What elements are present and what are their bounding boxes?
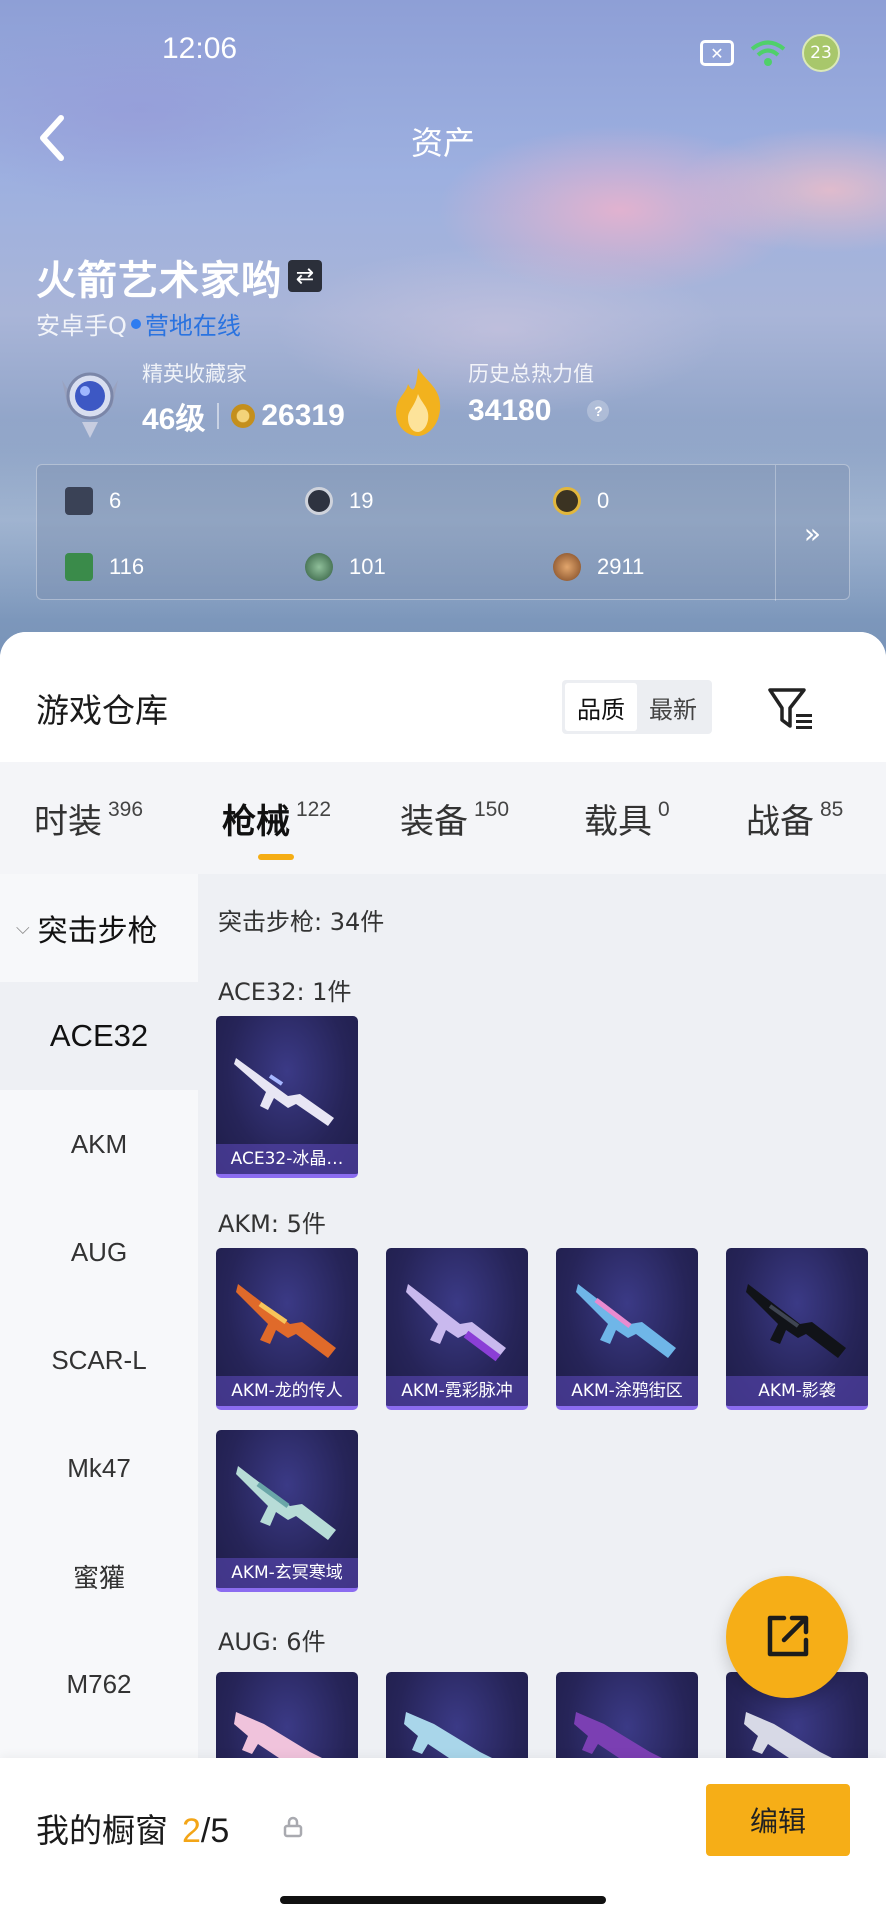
card-icon [65, 487, 93, 515]
group-label-akm: AKM: 5件 [218, 1210, 326, 1238]
heat-value: 34180 [468, 394, 552, 427]
sort-toggle: 品质 最新 [562, 680, 712, 734]
wifi-icon [750, 40, 786, 66]
player-name: 火箭艺术家哟 [36, 258, 282, 304]
sidebar-item-mk47[interactable]: Mk47 [0, 1414, 198, 1522]
sort-latest-button[interactable]: 最新 [637, 683, 709, 731]
sidebar-item-akm[interactable]: AKM [0, 1090, 198, 1198]
asset-cell: 19 [305, 487, 373, 515]
bronze-coin-icon [553, 553, 581, 581]
token-icon [305, 487, 333, 515]
flame-icon [396, 368, 441, 436]
notification-badge: 23 [802, 34, 840, 72]
warehouse-header: 游戏仓库 品质 最新 [0, 632, 886, 762]
rifle-skin-icon [236, 1466, 336, 1540]
rifle-skin-icon [406, 1284, 506, 1362]
rank-emblem-icon [62, 372, 118, 438]
gold-token-icon [553, 487, 581, 515]
switch-account-button[interactable]: ⇄ [288, 260, 322, 292]
asset-cell: 0 [553, 487, 609, 515]
online-status: 营地在线 [144, 312, 241, 340]
heat-label: 历史总热力值 [468, 362, 594, 386]
edit-button[interactable]: 编辑 [706, 1784, 850, 1856]
green-coin-icon [305, 553, 333, 581]
weapon-card[interactable]: AKM-霓彩脉冲 [386, 1248, 528, 1410]
asset-cell: 2911 [553, 553, 644, 581]
tab-fashion[interactable]: 时装 396 [34, 794, 143, 843]
group-label-aug: AUG: 6件 [218, 1628, 326, 1656]
coin-count: 26319 [261, 399, 345, 432]
weapon-card[interactable]: AKM-影袭 [726, 1248, 868, 1410]
share-icon [767, 1615, 809, 1657]
showcase-count: 2/5 [182, 1812, 230, 1850]
rifle-skin-icon [746, 1284, 846, 1358]
voucher-icon [65, 553, 93, 581]
sort-quality-button[interactable]: 品质 [565, 683, 637, 731]
asset-cell: 101 [305, 553, 386, 581]
home-indicator [280, 1896, 606, 1904]
weapon-card-caption: AKM-涂鸦街区 [556, 1376, 698, 1406]
asset-summary-panel[interactable]: 6 19 0 116 101 2911 » [36, 464, 850, 601]
asset-more-button[interactable]: » [775, 465, 849, 601]
tab-guns[interactable]: 枪械 122 [222, 794, 331, 843]
rifle-skin-icon [576, 1284, 676, 1358]
weapon-card-caption: AKM-霓彩脉冲 [386, 1376, 528, 1406]
double-chevron-right-icon: » [803, 516, 822, 550]
online-dot-icon [130, 318, 141, 329]
player-platform-line: 安卓手Q 营地在线 [36, 306, 241, 341]
divider [217, 403, 220, 429]
player-level: 46级 [142, 403, 206, 436]
active-tab-indicator [258, 854, 294, 860]
lock-icon [283, 1816, 303, 1838]
asset-cell: 6 [65, 487, 121, 515]
sidebar-item-scar-l[interactable]: SCAR-L [0, 1306, 198, 1414]
category-tabs: 时装 396 枪械 122 装备 150 载具 0 战备 85 [0, 762, 886, 874]
page-title: 资产 [410, 124, 475, 162]
sidebar-item-ace32[interactable]: ACE32 [0, 982, 198, 1090]
coin-icon [231, 404, 256, 428]
weapon-card-caption: AKM-玄冥寒域 [216, 1558, 358, 1588]
heat-stat: 历史总热力值 34180 ? [468, 358, 610, 428]
showcase-label: 我的橱窗 [36, 1811, 168, 1850]
tab-supplies[interactable]: 战备 85 [746, 794, 843, 843]
weapon-card[interactable]: AKM-玄冥寒域 [216, 1430, 358, 1592]
weapon-card-caption: AKM-影袭 [726, 1376, 868, 1406]
weapon-card-caption: AKM-龙的传人 [216, 1376, 358, 1406]
tab-equipment[interactable]: 装备 150 [400, 794, 509, 843]
warehouse-sheet: 游戏仓库 品质 最新 时装 396 枪械 122 装备 150 载具 0 战备 … [0, 632, 886, 1920]
status-bar: 12:06 ✕ 23 [0, 0, 886, 100]
rifle-skin-icon [234, 1058, 334, 1126]
showcase-bar: 我的橱窗 2/5 编辑 [0, 1758, 886, 1920]
category-total: 突击步枪: 34件 [218, 908, 385, 936]
chevron-down-icon: ⌵ [16, 917, 30, 939]
collector-stat: 精英收藏家 46级 26319 [142, 358, 345, 438]
weapon-card[interactable]: AKM-涂鸦街区 [556, 1248, 698, 1410]
sidebar-category-toggle[interactable]: ⌵ 突击步枪 [0, 874, 198, 982]
asset-cell: 116 [65, 553, 144, 581]
warehouse-title: 游戏仓库 [36, 691, 168, 730]
platform-label: 安卓手Q [36, 312, 127, 340]
sidebar-item-honey-badger[interactable]: 蜜獾 [0, 1522, 198, 1630]
weapon-card[interactable]: AKM-龙的传人 [216, 1248, 358, 1410]
weapon-card-caption: ACE32-冰晶… [216, 1144, 358, 1174]
battery-saver-icon: ✕ [700, 40, 734, 66]
sidebar-item-aug[interactable]: AUG [0, 1198, 198, 1306]
weapon-card[interactable]: ACE32-冰晶… [216, 1016, 358, 1178]
tab-vehicles[interactable]: 载具 0 [584, 794, 670, 843]
top-nav: 资产 [0, 100, 886, 180]
group-label-ace32: ACE32: 1件 [218, 978, 352, 1006]
rank-title: 精英收藏家 [142, 362, 247, 386]
rifle-skin-icon [236, 1284, 336, 1358]
status-time: 12:06 [162, 32, 238, 65]
help-icon[interactable]: ? [587, 400, 610, 422]
share-button[interactable] [726, 1576, 848, 1698]
filter-icon[interactable] [764, 682, 816, 734]
sidebar-item-m762[interactable]: M762 [0, 1630, 198, 1738]
